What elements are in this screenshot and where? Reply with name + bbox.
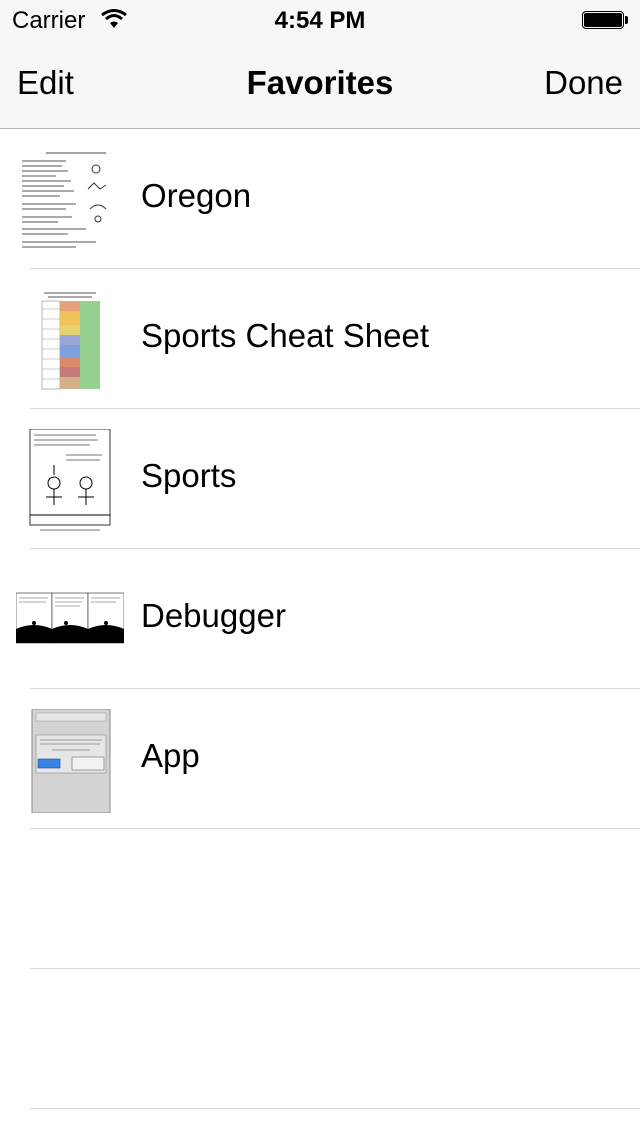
favorites-list: Oregon Sports Cheat Sheet Sports Debugge… bbox=[0, 129, 640, 1109]
oregon-comic-thumbnail bbox=[20, 149, 120, 253]
empty-row bbox=[30, 829, 640, 969]
favorite-row-app[interactable]: App bbox=[30, 689, 640, 829]
favorite-row-sports-cheat-sheet[interactable]: Sports Cheat Sheet bbox=[30, 269, 640, 409]
empty-row bbox=[30, 969, 640, 1109]
favorite-row-oregon[interactable]: Oregon bbox=[20, 129, 640, 269]
favorite-row-debugger[interactable]: Debugger bbox=[16, 549, 640, 689]
navigation-bar: Edit Favorites Done bbox=[0, 40, 640, 129]
sports-cheat-sheet-thumbnail bbox=[40, 289, 100, 393]
favorite-title: Sports Cheat Sheet bbox=[141, 317, 430, 354]
favorite-title: Sports bbox=[141, 457, 237, 494]
sports-comic-thumbnail bbox=[29, 429, 111, 531]
app-comic-thumbnail bbox=[31, 709, 111, 813]
battery-icon bbox=[582, 11, 628, 29]
favorite-title: Oregon bbox=[141, 177, 252, 214]
done-button[interactable]: Done bbox=[544, 64, 623, 102]
favorite-row-sports[interactable]: Sports bbox=[29, 409, 640, 549]
favorite-title: App bbox=[141, 737, 200, 774]
status-bar: Carrier 4:54 PM bbox=[0, 0, 640, 40]
debugger-comic-thumbnail bbox=[16, 592, 124, 644]
status-time: 4:54 PM bbox=[274, 7, 366, 34]
favorite-title: Debugger bbox=[141, 597, 286, 634]
